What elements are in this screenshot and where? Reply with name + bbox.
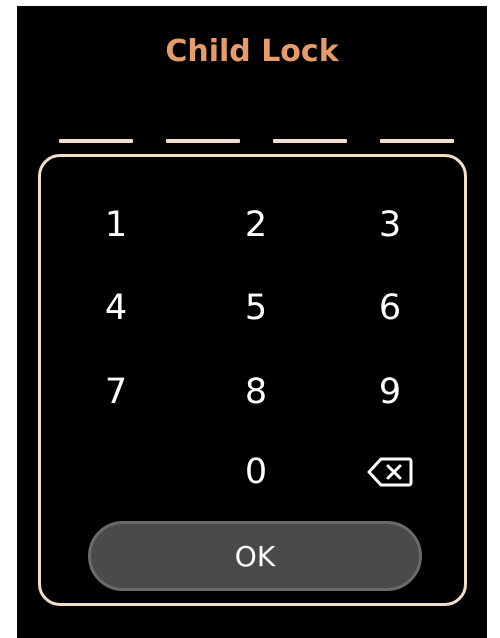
key-9[interactable]: 9 xyxy=(340,362,440,422)
key-8[interactable]: 8 xyxy=(206,362,306,422)
pin-slot-4 xyxy=(380,139,454,143)
key-1[interactable]: 1 xyxy=(66,195,166,255)
key-4[interactable]: 4 xyxy=(66,278,166,338)
keypad-panel: 1 2 3 4 5 6 7 8 9 0 OK xyxy=(38,154,467,606)
backspace-icon xyxy=(367,457,413,487)
ok-button[interactable]: OK xyxy=(88,521,422,591)
key-2[interactable]: 2 xyxy=(206,195,306,255)
child-lock-screen: Child Lock 1 2 3 4 5 6 7 8 9 0 OK xyxy=(17,6,487,638)
key-blank xyxy=(66,442,166,502)
key-7[interactable]: 7 xyxy=(66,362,166,422)
key-3[interactable]: 3 xyxy=(340,195,440,255)
backspace-button[interactable] xyxy=(340,442,440,502)
pin-slot-1 xyxy=(59,139,133,143)
key-5[interactable]: 5 xyxy=(206,278,306,338)
page-title: Child Lock xyxy=(165,34,339,69)
key-6[interactable]: 6 xyxy=(340,278,440,338)
key-0[interactable]: 0 xyxy=(206,442,306,502)
pin-slot-3 xyxy=(273,139,347,143)
pin-slot-2 xyxy=(166,139,240,143)
